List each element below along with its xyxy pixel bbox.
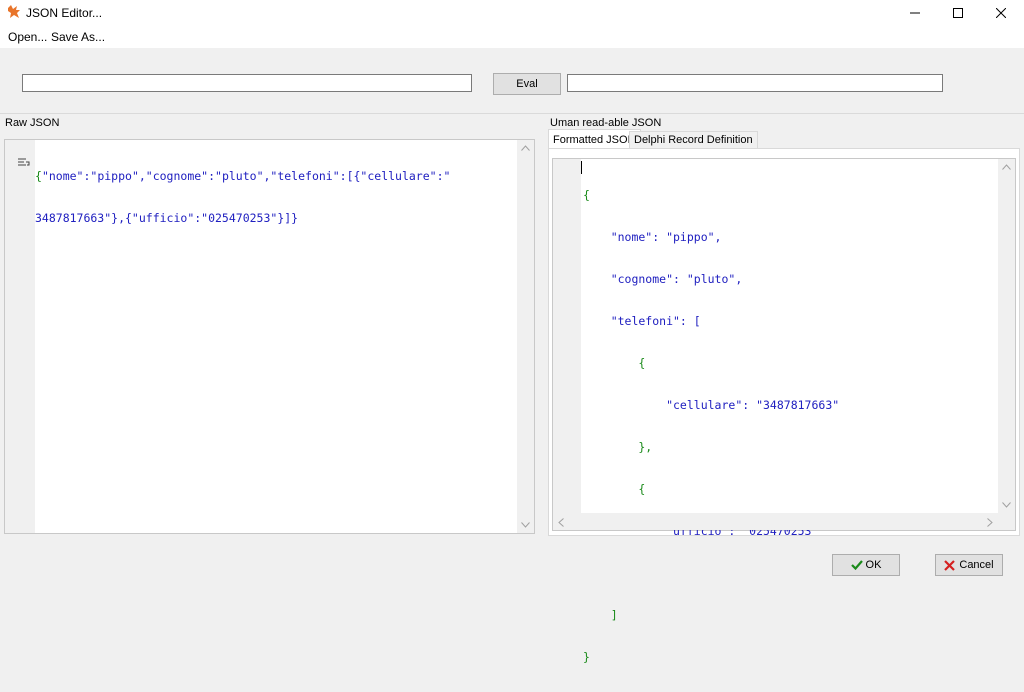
scroll-right-icon[interactable]	[987, 518, 993, 527]
app-logo-icon	[8, 5, 20, 18]
formatted-line-7: },	[583, 440, 653, 454]
text-caret	[581, 161, 582, 174]
close-window-button[interactable]	[978, 0, 1024, 26]
formatted-gutter	[553, 159, 581, 530]
formatted-line-1: {	[583, 188, 590, 202]
cancel-button[interactable]: Cancel	[935, 554, 1003, 576]
raw-json-line-1: "nome":"pippo","cognome":"pluto","telefo…	[41, 169, 451, 183]
menu-open[interactable]: Open...	[8, 30, 47, 44]
maximize-button[interactable]	[935, 0, 981, 26]
minimize-button[interactable]	[892, 0, 938, 26]
formatted-line-11: ]	[583, 608, 618, 622]
expression-input[interactable]	[22, 74, 472, 92]
raw-vertical-scrollbar[interactable]	[517, 140, 534, 533]
formatted-line-8: {	[583, 482, 646, 496]
formatted-line-12: }	[583, 650, 590, 664]
raw-json-line-2: 3487817663"},{"ufficio":"025470253"}]}	[35, 211, 299, 225]
raw-json-text: {"nome":"pippo","cognome":"pluto","telef…	[35, 169, 451, 225]
cancel-x-icon	[944, 559, 956, 571]
window-title: JSON Editor...	[26, 6, 103, 20]
menu-save-as[interactable]: Save As...	[51, 30, 105, 44]
wrap-marker-icon	[18, 158, 30, 166]
scroll-down-icon[interactable]	[521, 522, 530, 528]
tab-formatted-json[interactable]: Formatted JSON	[548, 129, 641, 149]
eval-result-field[interactable]	[567, 74, 943, 92]
panel-splitter[interactable]	[541, 114, 547, 542]
eval-button[interactable]: Eval	[493, 73, 561, 95]
minimize-icon	[910, 12, 920, 14]
scroll-up-icon[interactable]	[521, 145, 530, 151]
raw-json-label: Raw JSON	[5, 117, 60, 129]
scroll-down-icon[interactable]	[1002, 502, 1011, 508]
title-bar: JSON Editor...	[0, 0, 1024, 26]
menu-bar: Open... Save As...	[0, 26, 1024, 48]
formatted-line-5: {	[583, 356, 646, 370]
scroll-up-icon[interactable]	[1002, 164, 1011, 170]
formatted-line-2: "nome": "pippo",	[583, 230, 722, 244]
formatted-json-editor[interactable]: { "nome": "pippo", "cognome": "pluto", "…	[552, 158, 1016, 664]
formatted-json-group-label: Uman read-able JSON	[550, 117, 662, 129]
formatted-json-text: { "nome": "pippo", "cognome": "pluto", "…	[583, 160, 839, 692]
ok-label: OK	[865, 559, 882, 571]
cancel-label: Cancel	[959, 559, 994, 571]
ok-button[interactable]: OK	[832, 554, 900, 576]
formatted-horizontal-scrollbar[interactable]	[553, 513, 1015, 530]
formatted-line-3: "cognome": "pluto",	[583, 272, 743, 286]
maximize-icon	[953, 8, 963, 18]
raw-json-editor[interactable]: {"nome":"pippo","cognome":"pluto","telef…	[4, 139, 535, 534]
scroll-left-icon[interactable]	[558, 518, 564, 527]
raw-gutter	[5, 140, 35, 533]
tab-delphi-record-definition[interactable]: Delphi Record Definition	[629, 131, 758, 148]
checkmark-icon	[850, 560, 863, 570]
close-icon	[996, 8, 1006, 18]
eval-panel: Eval	[0, 48, 1024, 114]
formatted-line-6: "cellulare": "3487817663"	[583, 398, 840, 412]
formatted-vertical-scrollbar[interactable]	[998, 159, 1015, 513]
formatted-line-4: "telefoni": [	[583, 314, 701, 328]
